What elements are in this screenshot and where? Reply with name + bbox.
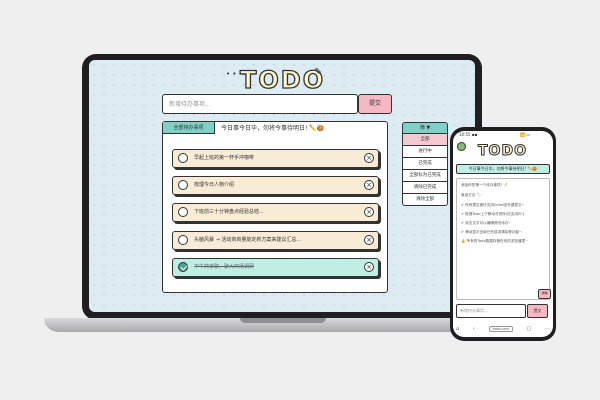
phone-motto-tab: 今日事今日毕，勿将今事待明日! ✏️🍪 xyxy=(456,164,550,174)
checkbox[interactable] xyxy=(178,235,188,245)
pencil-icon: ✎ xyxy=(314,67,323,78)
todo-item[interactable]: 下班前三十分钟盘点经验总结... × xyxy=(172,203,379,222)
phone-app-title: TODO xyxy=(478,143,527,160)
submit-button[interactable]: 提交 xyxy=(358,94,392,114)
mark-all-complete[interactable]: 全部标为已完成 xyxy=(402,170,448,182)
filter-active[interactable]: 进行中 xyxy=(402,146,448,158)
laptop-notch xyxy=(240,318,326,323)
todo-text[interactable]: 头脑风暴 → 活动商商量敲定新方案来建议汇总... xyxy=(194,232,301,248)
menu-icon[interactable]: ⋯ xyxy=(545,326,550,332)
phone-status-time: 10:55 ▪▪ xyxy=(459,132,478,137)
tabs-icon[interactable]: ▢ xyxy=(527,326,532,332)
phone-todo-body: 添加你的第一个待办事项! 📝 食用方法 🥄: ✔ 所有提交操作支持Enter回车… xyxy=(456,178,550,300)
todo-text[interactable]: 梳理今日人物介绍 xyxy=(194,177,234,193)
delete-icon[interactable]: × xyxy=(364,153,374,163)
todo-item[interactable]: 头脑风暴 → 活动商商量敲定新方案来建议汇总... × xyxy=(172,231,379,250)
todo-item[interactable]: 早起上班的第一杯手冲咖啡 × xyxy=(172,149,379,168)
delete-icon[interactable]: × xyxy=(364,207,374,217)
filter-menu-header[interactable]: 筛 ▼ xyxy=(402,122,448,134)
phone-submit-button[interactable]: 提交 xyxy=(527,304,548,318)
help-line: ✔ 拖拽Todo上下移动可排序(仅支持PC) xyxy=(461,212,525,216)
sparkle-icon: • • xyxy=(226,70,237,78)
phone-browser-nav: ⌂ ‹ todo.com ▢ ⋯ xyxy=(456,324,550,334)
help-line: 添加你的第一个待办事项! 📝 xyxy=(461,183,508,187)
todo-text[interactable]: 早起上班的第一杯手冲咖啡 xyxy=(194,150,254,166)
help-line: 🔒 所有的Todo数据存储在你的浏览器里~ xyxy=(461,239,529,243)
help-line: ✔ 所有提交操作支持Enter回车键提交~ xyxy=(461,203,525,207)
back-icon[interactable]: ‹ xyxy=(473,326,475,332)
delete-icon[interactable]: × xyxy=(364,262,374,272)
checkbox[interactable] xyxy=(178,207,188,217)
filter-menu: 筛 ▼ 全部 进行中 已完成 全部标为已完成 清除已完成 清除全部 xyxy=(402,122,448,206)
new-todo-input[interactable]: 新增待办事项... xyxy=(162,94,358,114)
clear-all[interactable]: 清除全部 xyxy=(402,194,448,206)
filter-all[interactable]: 全部 xyxy=(402,134,448,146)
todo-item-completed[interactable]: 下午商家聊，聊大商场调研 × xyxy=(172,258,379,277)
filter-completed[interactable]: 已完成 xyxy=(402,158,448,170)
url-bar[interactable]: todo.com xyxy=(488,326,513,332)
todo-text[interactable]: 下班前三十分钟盘点经验总结... xyxy=(194,204,264,220)
phone-clear-button[interactable]: 清除 xyxy=(538,289,551,299)
phone-status-icons: 📶 ▭ xyxy=(520,132,531,137)
checkbox[interactable] xyxy=(178,153,188,163)
todo-text[interactable]: 下午商家聊，聊大商场调研 xyxy=(194,259,254,275)
help-line: ✔ 滑动显示全部已完成或清除等功能~ xyxy=(461,230,523,234)
clear-completed[interactable]: 清除已完成 xyxy=(402,182,448,194)
tab-all[interactable]: 全部待办事项 xyxy=(163,122,215,134)
phone-todo-input[interactable]: 新增待办事项... xyxy=(456,304,526,318)
todo-item[interactable]: 梳理今日人物介绍 × xyxy=(172,176,379,195)
motto-text: 今日事今日毕，勿将今事待明日! ✏️🍪 xyxy=(221,125,325,132)
checkbox-checked[interactable] xyxy=(178,262,188,272)
home-icon[interactable]: ⌂ xyxy=(456,326,459,332)
help-line: 食用方法 🥄: xyxy=(461,193,483,197)
delete-icon[interactable]: × xyxy=(364,180,374,190)
help-line: ✔ 双击文字可以编辑修改待办~ xyxy=(461,221,512,225)
delete-icon[interactable]: × xyxy=(364,235,374,245)
app-title: TODO xyxy=(239,65,326,94)
checkbox[interactable] xyxy=(178,180,188,190)
avatar[interactable] xyxy=(457,142,466,151)
